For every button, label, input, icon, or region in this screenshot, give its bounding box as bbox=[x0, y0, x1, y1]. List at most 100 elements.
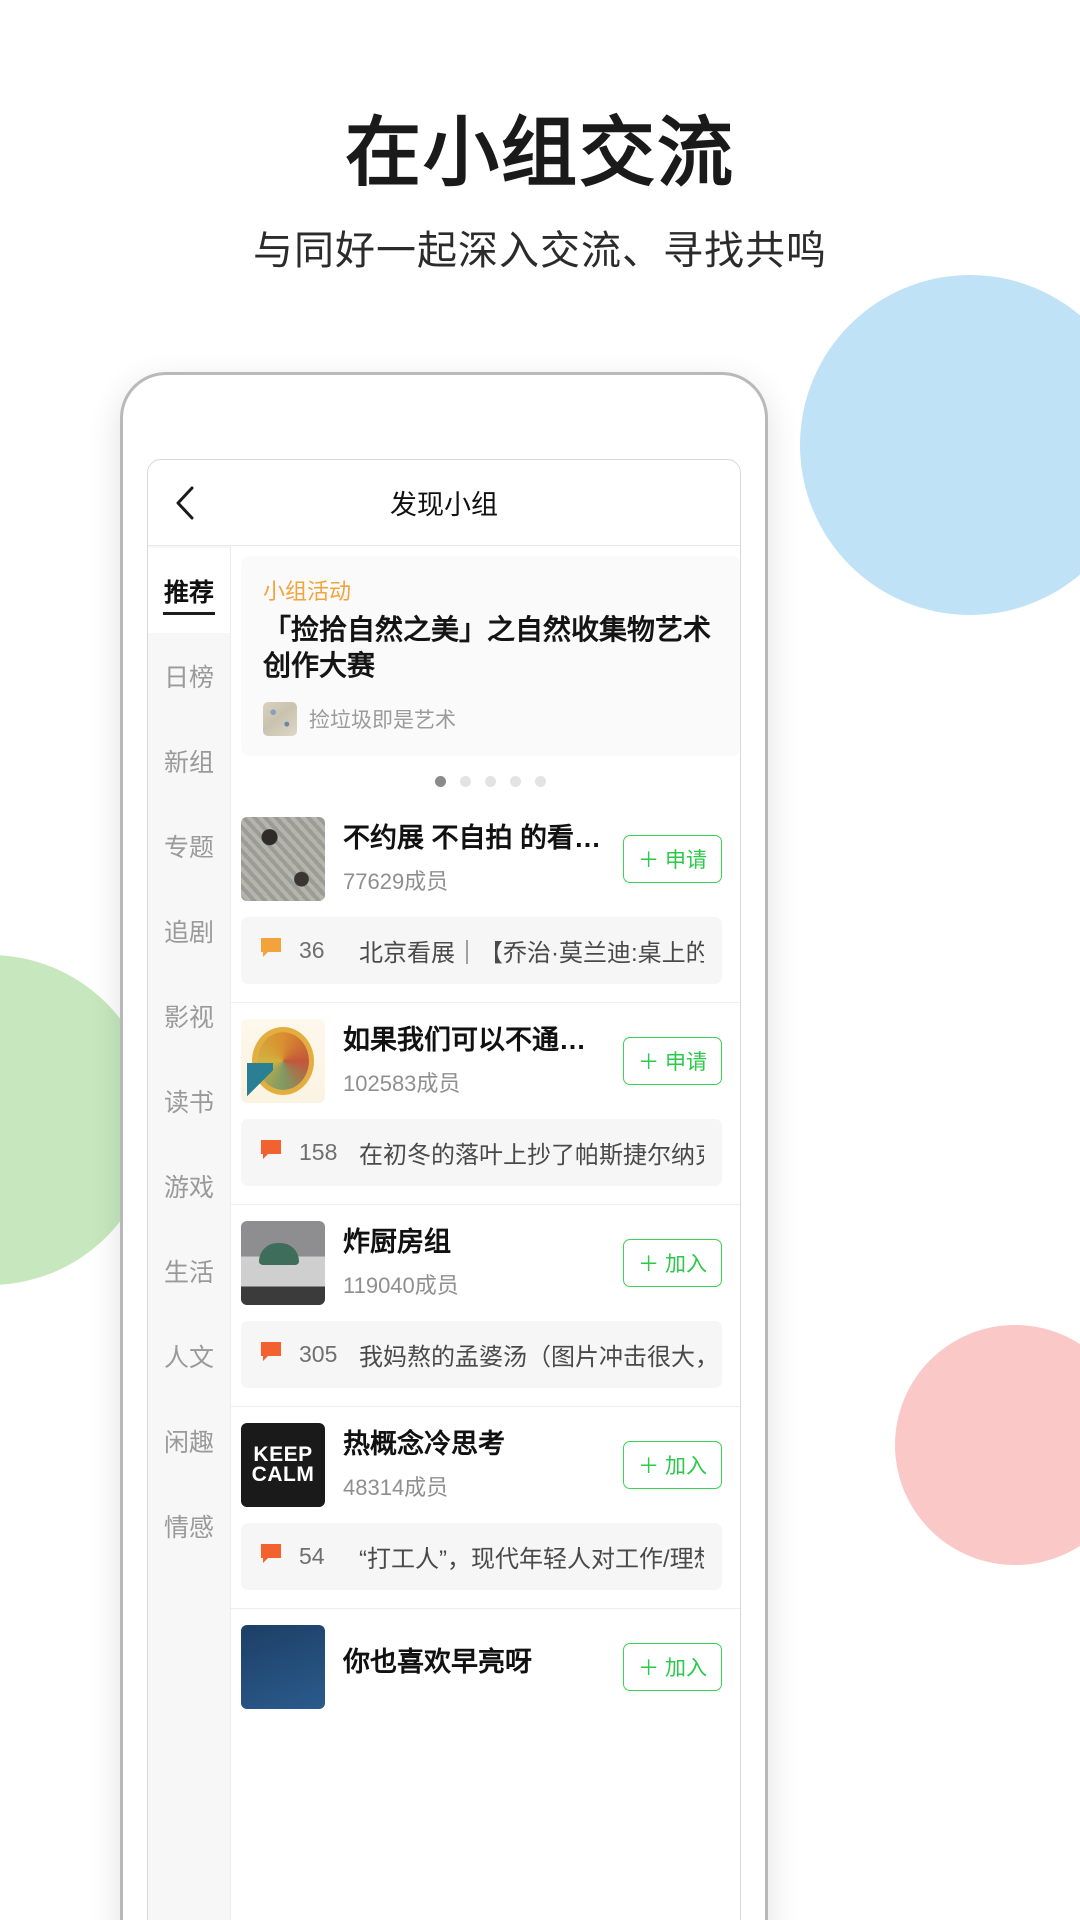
group-topic-row[interactable]: 305 我妈熬的孟婆汤（图片冲击很大，慎点 bbox=[241, 1320, 722, 1388]
carousel-dot[interactable] bbox=[460, 775, 471, 787]
group-meta: 热概念冷思考 48314成员 bbox=[343, 1428, 605, 1502]
app-body: 推荐 日榜 新组 专题 追剧 影视 读书 游戏 生活 人文 闲趣 情感 小组活动… bbox=[148, 546, 740, 1920]
sidebar-item-label: 日榜 bbox=[163, 663, 214, 692]
sidebar-item-leisure[interactable]: 闲趣 bbox=[148, 1398, 230, 1483]
sidebar-item-label: 专题 bbox=[163, 833, 214, 862]
comment-bubble-icon bbox=[259, 1139, 283, 1166]
group-topic-row[interactable]: 36 北京看展｜【乔治·莫兰迪:桌上的风景】 bbox=[241, 916, 722, 984]
group-row[interactable]: 不约展 不自拍 的看展览小组 77629成员 ＋ 申请 bbox=[241, 801, 740, 917]
promo-screenshot: 在小组交流 与同好一起深入交流、寻找共鸣 发现小组 推荐 日榜 新组 专题 追剧… bbox=[0, 0, 1080, 1920]
phone-screen: 发现小组 推荐 日榜 新组 专题 追剧 影视 读书 游戏 生活 人文 闲趣 情感 bbox=[147, 459, 741, 1920]
activity-author: 捡垃圾即是艺术 bbox=[263, 701, 718, 736]
topic-comment-count: 305 bbox=[299, 1340, 338, 1367]
group-feed[interactable]: 小组活动 「捡拾自然之美」之自然收集物艺术创作大赛 捡垃圾即是艺术 不约展 不自… bbox=[231, 546, 740, 1920]
comment-bubble-icon bbox=[259, 937, 283, 964]
activity-author-name: 捡垃圾即是艺术 bbox=[309, 708, 456, 732]
group-meta: 不约展 不自拍 的看展览小组 77629成员 bbox=[343, 822, 605, 896]
group-avatar bbox=[241, 1624, 325, 1709]
group-topic-row[interactable]: 54 “打工人”，现代年轻人对工作/理想的结构 bbox=[241, 1522, 722, 1590]
topic-title: 在初冬的落叶上抄了帕斯捷尔纳克的诗 bbox=[359, 1141, 704, 1169]
sidebar-item-books[interactable]: 读书 bbox=[148, 1058, 230, 1143]
group-avatar: KEEP CALM bbox=[241, 1422, 325, 1507]
group-meta: 炸厨房组 119040成员 bbox=[343, 1226, 605, 1300]
sidebar-item-life[interactable]: 生活 bbox=[148, 1228, 230, 1313]
activity-banner-card[interactable]: 小组活动 「捡拾自然之美」之自然收集物艺术创作大赛 捡垃圾即是艺术 bbox=[241, 556, 740, 756]
topic-comment-count: 54 bbox=[299, 1542, 325, 1569]
sidebar-item-label: 情感 bbox=[163, 1513, 214, 1542]
group-block[interactable]: 炸厨房组 119040成员 ＋ 加入 305 我妈熬的孟婆汤（图片冲击很大，慎点 bbox=[231, 1203, 740, 1388]
carousel-dot[interactable] bbox=[485, 775, 496, 787]
phone-mockup-frame: 发现小组 推荐 日榜 新组 专题 追剧 影视 读书 游戏 生活 人文 闲趣 情感 bbox=[120, 372, 768, 1920]
group-member-count: 48314成员 bbox=[343, 1474, 449, 1500]
page-title: 发现小组 bbox=[390, 490, 498, 520]
group-avatar bbox=[241, 1018, 325, 1103]
sidebar-item-film[interactable]: 影视 bbox=[148, 973, 230, 1058]
activity-banner-carousel[interactable]: 小组活动 「捡拾自然之美」之自然收集物艺术创作大赛 捡垃圾即是艺术 bbox=[231, 546, 740, 801]
topic-comment-count: 158 bbox=[299, 1138, 338, 1165]
sidebar-item-recommend[interactable]: 推荐 bbox=[148, 548, 230, 633]
group-member-count: 77629成员 bbox=[343, 868, 449, 894]
sidebar-item-daily-rank[interactable]: 日榜 bbox=[148, 633, 230, 718]
group-row[interactable]: 你也喜欢早亮呀 ＋ 加入 bbox=[241, 1609, 740, 1725]
app-header: 发现小组 bbox=[148, 460, 740, 546]
sidebar-item-humanities[interactable]: 人文 bbox=[148, 1313, 230, 1398]
sidebar-item-label: 读书 bbox=[163, 1088, 214, 1117]
group-avatar bbox=[241, 816, 325, 901]
group-member-count: 119040成员 bbox=[343, 1272, 459, 1298]
sidebar-item-label: 影视 bbox=[163, 1003, 214, 1032]
topic-title: 北京看展｜【乔治·莫兰迪:桌上的风景】 bbox=[359, 939, 704, 967]
join-group-button[interactable]: ＋ 申请 bbox=[623, 1036, 722, 1085]
group-member-count: 102583成员 bbox=[343, 1070, 461, 1096]
group-name: 热概念冷思考 bbox=[343, 1428, 505, 1459]
sidebar-item-label: 生活 bbox=[163, 1258, 214, 1287]
group-block[interactable]: 如果我们可以不通过消费获… 102583成员 ＋ 申请 158 在初冬的落叶上抄… bbox=[231, 1001, 740, 1186]
sidebar-item-label: 游戏 bbox=[163, 1173, 214, 1202]
sidebar-item-label: 追剧 bbox=[163, 918, 214, 947]
group-name: 炸厨房组 bbox=[343, 1226, 451, 1257]
sidebar-item-label: 闲趣 bbox=[163, 1428, 214, 1457]
sidebar-item-label: 新组 bbox=[163, 748, 214, 777]
join-group-button[interactable]: ＋ 加入 bbox=[623, 1440, 722, 1489]
sidebar-item-tv-series[interactable]: 追剧 bbox=[148, 888, 230, 973]
comment-bubble-icon bbox=[259, 1341, 283, 1368]
join-group-button[interactable]: ＋ 申请 bbox=[623, 834, 722, 883]
sidebar-item-games[interactable]: 游戏 bbox=[148, 1143, 230, 1228]
group-row[interactable]: KEEP CALM 热概念冷思考 48314成员 ＋ 加入 bbox=[241, 1407, 740, 1523]
category-sidebar[interactable]: 推荐 日榜 新组 专题 追剧 影视 读书 游戏 生活 人文 闲趣 情感 bbox=[148, 546, 231, 1920]
carousel-pagination[interactable] bbox=[241, 756, 740, 801]
activity-title: 「捡拾自然之美」之自然收集物艺术创作大赛 bbox=[263, 614, 712, 681]
decor-blob-pink bbox=[895, 1325, 1080, 1565]
activity-tag: 小组活动 bbox=[263, 579, 352, 604]
promo-headline: 在小组交流 bbox=[345, 111, 735, 196]
join-group-button[interactable]: ＋ 加入 bbox=[623, 1238, 722, 1287]
sidebar-item-label: 人文 bbox=[163, 1343, 214, 1372]
group-name: 不约展 不自拍 的看展览小组 bbox=[343, 822, 605, 853]
group-meta: 如果我们可以不通过消费获… 102583成员 bbox=[343, 1024, 605, 1098]
group-avatar bbox=[241, 1220, 325, 1305]
join-group-button[interactable]: ＋ 加入 bbox=[623, 1642, 722, 1691]
group-name: 如果我们可以不通过消费获… bbox=[343, 1024, 605, 1055]
topic-title: 我妈熬的孟婆汤（图片冲击很大，慎点 bbox=[359, 1343, 704, 1371]
avatar-text-line1: KEEP bbox=[253, 1442, 313, 1466]
carousel-dot[interactable] bbox=[435, 775, 446, 787]
sidebar-item-new-groups[interactable]: 新组 bbox=[148, 718, 230, 803]
sidebar-item-topics[interactable]: 专题 bbox=[148, 803, 230, 888]
avatar-text-line2: CALM bbox=[251, 1462, 315, 1486]
group-block[interactable]: 你也喜欢早亮呀 ＋ 加入 bbox=[231, 1607, 740, 1725]
group-row[interactable]: 炸厨房组 119040成员 ＋ 加入 bbox=[241, 1205, 740, 1321]
group-meta: 你也喜欢早亮呀 bbox=[343, 1646, 605, 1688]
comment-bubble-icon bbox=[259, 1543, 283, 1570]
decor-blob-blue bbox=[800, 275, 1080, 615]
group-avatar bbox=[263, 701, 297, 736]
group-topic-row[interactable]: 158 在初冬的落叶上抄了帕斯捷尔纳克的诗 bbox=[241, 1118, 722, 1186]
topic-comment-count: 36 bbox=[299, 936, 325, 963]
sidebar-item-emotion[interactable]: 情感 bbox=[148, 1483, 230, 1568]
promo-subheadline: 与同好一起深入交流、寻找共鸣 bbox=[253, 229, 827, 273]
carousel-dot[interactable] bbox=[535, 775, 546, 787]
group-row[interactable]: 如果我们可以不通过消费获… 102583成员 ＋ 申请 bbox=[241, 1003, 740, 1119]
carousel-dot[interactable] bbox=[510, 775, 521, 787]
group-block[interactable]: 不约展 不自拍 的看展览小组 77629成员 ＋ 申请 36 北京看展｜【乔治·… bbox=[231, 801, 740, 984]
group-name: 你也喜欢早亮呀 bbox=[343, 1646, 532, 1677]
group-block[interactable]: KEEP CALM 热概念冷思考 48314成员 ＋ 加入 54 “打工人”，现… bbox=[231, 1405, 740, 1590]
topic-title: “打工人”，现代年轻人对工作/理想的结构 bbox=[359, 1545, 704, 1573]
